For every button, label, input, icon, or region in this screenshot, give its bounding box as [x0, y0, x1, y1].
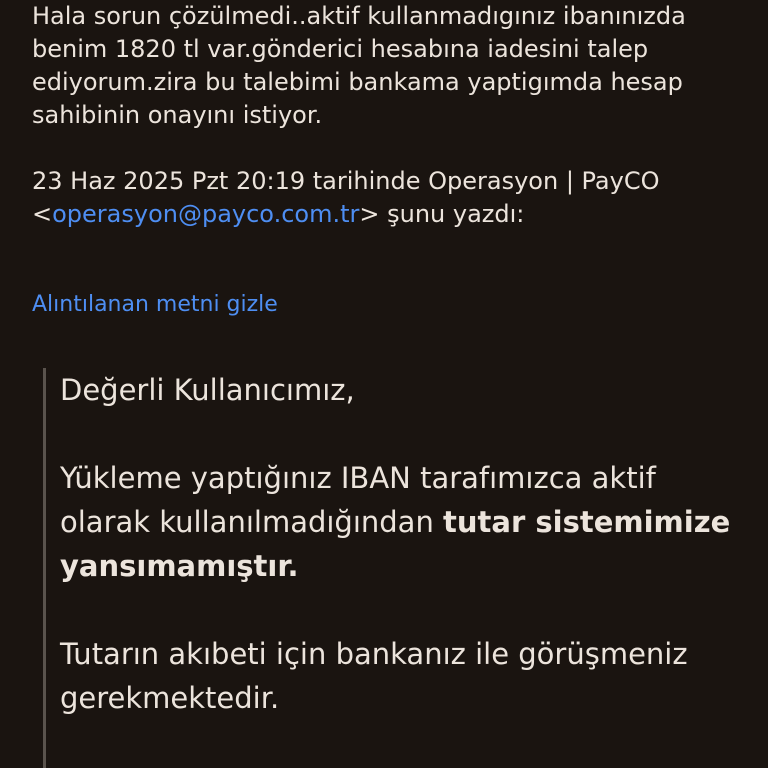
hide-quoted-text-link[interactable]: Alıntılanan metni gizle	[32, 292, 278, 317]
quoted-greeting: Değerli Kullanıcımız,	[60, 373, 355, 407]
reply-message: Hala sorun çözülmedi..aktif kullanmadıgı…	[32, 0, 732, 231]
quoted-paragraph-2: Tutarın akıbeti için bankanız ile görüşm…	[60, 637, 688, 715]
quote-attribution: 23 Haz 2025 Pzt 20:19 tarihinde Operasyo…	[32, 165, 732, 231]
quote-bar	[43, 368, 46, 768]
sender-email-link[interactable]: operasyon@payco.com.tr	[52, 200, 359, 228]
attribution-suffix: > şunu yazdı:	[359, 200, 525, 228]
quoted-paragraph-1: Yükleme yaptığınız IBAN tarafımızca akti…	[60, 456, 750, 588]
quoted-message: Değerli Kullanıcımız, Yükleme yaptığınız…	[60, 368, 750, 720]
reply-body: Hala sorun çözülmedi..aktif kullanmadıgı…	[32, 2, 686, 129]
